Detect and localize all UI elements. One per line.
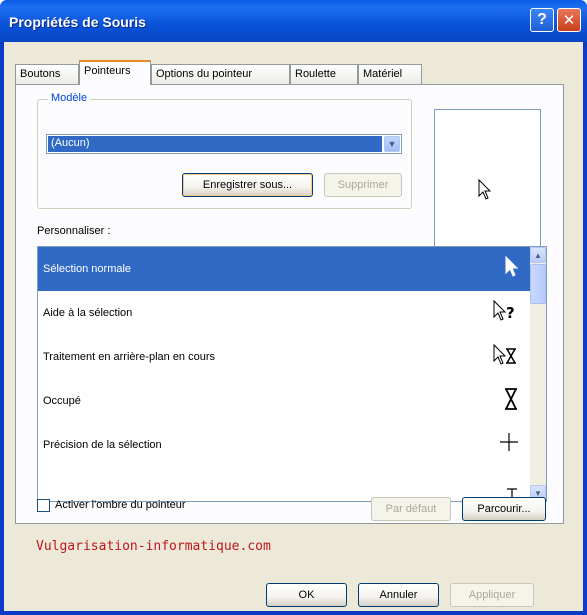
dialog-client-area: Boutons Pointeurs Options du pointeur Ro…: [4, 42, 583, 611]
watermark-text: Vulgarisation-informatique.com: [36, 539, 271, 554]
scheme-legend: Modèle: [48, 92, 91, 104]
tab-options-du-pointeur[interactable]: Options du pointeur: [151, 64, 290, 84]
list-item[interactable]: Précision de la sélection: [38, 423, 531, 467]
browse-button[interactable]: Parcourir...: [462, 497, 546, 521]
list-item[interactable]: Aide à la sélection ?: [38, 291, 531, 335]
customize-label: Personnaliser :: [37, 225, 111, 237]
pointers-tab-panel: Modèle (Aucun) ▼ Enregistrer sous... Sup…: [15, 84, 564, 554]
hourglass-icon: [503, 387, 519, 417]
save-as-button[interactable]: Enregistrer sous...: [182, 173, 313, 197]
window-title: Propriétés de Souris: [9, 14, 146, 30]
arrow-pointer-preview-icon: [478, 178, 492, 200]
close-icon: ✕: [562, 12, 576, 29]
working-in-background-icon: [491, 343, 519, 373]
tab-materiel[interactable]: Matériel: [358, 64, 422, 84]
list-item[interactable]: [38, 467, 531, 501]
list-item[interactable]: Occupé: [38, 379, 531, 423]
help-select-icon: ?: [491, 299, 519, 329]
apply-button[interactable]: Appliquer: [450, 583, 534, 607]
ok-label: OK: [298, 589, 315, 601]
tab-pointeurs[interactable]: Pointeurs: [79, 60, 151, 85]
scheme-dropdown[interactable]: (Aucun) ▼: [46, 134, 402, 154]
tab-boutons[interactable]: Boutons: [15, 64, 79, 84]
list-item-label: Aide à la sélection: [43, 307, 133, 319]
title-bar[interactable]: Propriétés de Souris ? ✕: [0, 0, 587, 42]
help-icon: ?: [537, 11, 547, 28]
apply-label: Appliquer: [468, 589, 516, 601]
help-button[interactable]: ?: [530, 8, 554, 32]
browse-label: Parcourir...: [477, 503, 531, 515]
save-as-label: Enregistrer sous...: [202, 179, 293, 191]
tab-roulette[interactable]: Roulette: [290, 64, 358, 84]
cancel-label: Annuler: [379, 589, 418, 601]
scroll-up-icon[interactable]: ▲: [530, 247, 546, 263]
list-item-label: Occupé: [43, 395, 81, 407]
crosshair-icon: [499, 431, 519, 459]
mouse-properties-window: Propriétés de Souris ? ✕ Boutons Pointeu…: [0, 0, 587, 615]
scheme-selected-value: (Aucun): [48, 136, 382, 152]
arrow-pointer-icon: [503, 255, 519, 283]
pointer-shadow-label: Activer l'ombre du pointeur: [55, 499, 186, 511]
default-label: Par défaut: [385, 503, 437, 515]
cancel-button[interactable]: Annuler: [358, 583, 439, 607]
default-button[interactable]: Par défaut: [371, 497, 451, 521]
delete-label: Supprimer: [337, 179, 389, 191]
list-item[interactable]: Sélection normale: [38, 247, 531, 291]
delete-button[interactable]: Supprimer: [324, 173, 402, 197]
pointer-shadow-checkbox[interactable]: [37, 499, 50, 512]
list-item-label: Traitement en arrière-plan en cours: [43, 351, 216, 363]
list-scrollbar[interactable]: ▲ ▼: [530, 247, 546, 501]
list-item-label: Précision de la sélection: [43, 439, 162, 451]
cursor-preview: [434, 109, 541, 259]
ok-button[interactable]: OK: [266, 583, 347, 607]
list-item-label: Sélection normale: [43, 263, 132, 275]
close-button[interactable]: ✕: [557, 8, 581, 32]
scrollbar-thumb[interactable]: [530, 264, 546, 304]
chevron-down-icon[interactable]: ▼: [384, 136, 400, 152]
svg-text:?: ?: [506, 304, 515, 322]
scheme-groupbox: Modèle (Aucun) ▼ Enregistrer sous... Sup…: [37, 92, 412, 209]
pointer-list[interactable]: Sélection normale Aide à la sélection ? …: [37, 246, 547, 502]
list-item[interactable]: Traitement en arrière-plan en cours: [38, 335, 531, 379]
